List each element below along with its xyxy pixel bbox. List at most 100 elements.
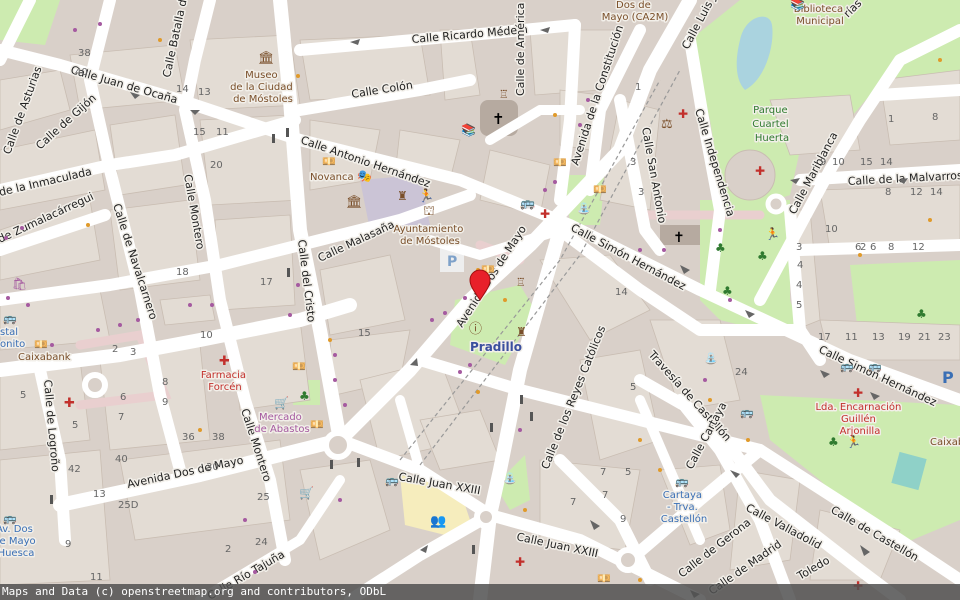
- attribution-bar: Maps and Data (c) openstreetmap.org and …: [0, 584, 960, 600]
- bank-icon: 💴: [34, 338, 48, 351]
- museum-icon: 🏛: [258, 50, 275, 66]
- bullring: [724, 149, 776, 201]
- house-number: 1: [888, 114, 894, 125]
- bank-icon: 💴: [310, 418, 324, 431]
- bus-stop-icon: 🚌: [675, 475, 689, 488]
- house-number: 24: [735, 367, 748, 378]
- house-number: 2: [225, 544, 231, 555]
- house-number: 10: [832, 157, 845, 168]
- house-number: 25: [257, 492, 270, 503]
- parking-label-east: P: [942, 368, 954, 387]
- bank-icon: 💴: [553, 156, 567, 169]
- house-number: 7: [602, 490, 608, 501]
- house-number: 7: [118, 412, 124, 423]
- cartaya-stop-label: Cartaya - Trva. Castellón: [661, 490, 707, 525]
- house-number: 8: [885, 187, 891, 198]
- school-icon: 👥: [430, 514, 446, 529]
- roundabout-castellon: [615, 547, 641, 573]
- house-number: 6: [120, 392, 126, 403]
- pharmacy-icon: ✚: [853, 386, 863, 400]
- bus-stop-icon: 🚌: [3, 512, 17, 525]
- street-label: Calle de América: [514, 3, 527, 96]
- house-number: 6: [870, 242, 876, 253]
- bus-stop-icon: 🚌: [385, 474, 399, 487]
- library-icon: 📚: [790, 0, 805, 11]
- bus-stop-icon: 🚌: [868, 360, 882, 373]
- sport-icon: 🏃: [765, 227, 780, 241]
- bus-stop-icon: 🚌: [520, 196, 535, 210]
- house-number: 3: [630, 157, 636, 168]
- tower-icon: ♖: [516, 276, 526, 289]
- house-number: 10: [825, 224, 838, 235]
- house-number: 11: [845, 332, 858, 343]
- house-number: 21: [918, 332, 931, 343]
- sport-icon: 🏃: [846, 435, 861, 449]
- pharmacy-icon: ✚: [219, 354, 230, 369]
- house-number: 5: [796, 300, 802, 311]
- pharmacy-icon: ✚: [540, 207, 550, 221]
- pharmacy-icon: ✚: [678, 107, 688, 121]
- house-number: 14: [930, 187, 943, 198]
- parque-label: Parque Cuartel Huerta: [752, 105, 792, 144]
- house-number: 5: [20, 390, 26, 401]
- house-number: 4: [796, 280, 802, 291]
- house-number: 42: [68, 464, 81, 475]
- bank-icon: 💴: [322, 155, 336, 168]
- house-number: 5: [625, 467, 631, 478]
- house-number: 12: [910, 187, 923, 198]
- fountain-icon: ⛲: [704, 352, 718, 365]
- house-number: 9: [162, 397, 168, 408]
- house-number: 4: [797, 260, 803, 271]
- av-dos-stop-label: Av. Dos de Mayo Huesca: [0, 524, 39, 559]
- house-number: 8: [888, 242, 894, 253]
- mercado-label: Mercado de Abastos: [254, 412, 309, 435]
- house-number: 38: [78, 48, 91, 59]
- house-number: 17: [818, 332, 831, 343]
- house-number: 18: [176, 267, 189, 278]
- sport-icon: 🏃: [418, 188, 434, 204]
- shop-icon: 🛍: [12, 277, 27, 291]
- house-number: 30: [206, 462, 219, 473]
- monument-icon: ♜: [397, 189, 408, 203]
- fountain-icon: ⛲: [503, 472, 517, 485]
- house-number: 24: [255, 537, 268, 548]
- house-number: 11: [90, 572, 103, 583]
- town-hall-icon: ⛫: [423, 204, 435, 219]
- house-number: 5: [72, 420, 78, 431]
- roundabout-west: [82, 372, 108, 398]
- caixabank-label: Caixabank: [18, 352, 71, 363]
- house-number: 15: [358, 328, 371, 339]
- bank-icon: 💴: [292, 360, 306, 373]
- church-cross-icon: ✝: [673, 230, 685, 246]
- bank-icon: 💴: [593, 183, 607, 196]
- pradillo-label: Pradillo: [470, 340, 522, 354]
- house-number: 40: [115, 454, 128, 465]
- tree-icon: ♣: [828, 435, 839, 449]
- bus-stop-icon: 🚌: [840, 360, 854, 373]
- house-number: 19: [898, 332, 911, 343]
- library-icon: 📚: [461, 123, 476, 137]
- tree-icon: ♣: [722, 284, 733, 298]
- map-canvas[interactable]: P P Calle Ricardo Médem Calle Juan de Oc…: [0, 0, 960, 600]
- shop-cart-icon: 🛒: [299, 486, 314, 500]
- house-number: 2: [112, 344, 118, 355]
- house-number: 23: [938, 332, 951, 343]
- house-number: 40: [75, 67, 88, 78]
- house-number: 13: [198, 87, 211, 98]
- museum-icon: 🏛: [346, 194, 363, 210]
- house-number: 9: [820, 157, 826, 168]
- house-number: 3: [796, 242, 802, 253]
- monument-icon: ♜: [516, 325, 527, 339]
- fountain-icon: ⛲: [577, 202, 591, 215]
- house-number: 1: [635, 82, 641, 93]
- bus-stop-icon: 🚌: [3, 312, 17, 325]
- tree-icon: ♣: [715, 241, 726, 255]
- parking-label: P: [447, 254, 457, 270]
- caixabank-east-label: Caixab: [930, 437, 960, 448]
- map-svg: P P Calle Ricardo Médem Calle Juan de Oc…: [0, 0, 960, 600]
- pharmacy-icon: ✚: [755, 164, 765, 178]
- pharmacy-icon: ✚: [64, 396, 75, 411]
- house-number: 20: [210, 160, 223, 171]
- pharmacy-icon: ✚: [515, 555, 525, 569]
- house-number: 6: [855, 242, 861, 253]
